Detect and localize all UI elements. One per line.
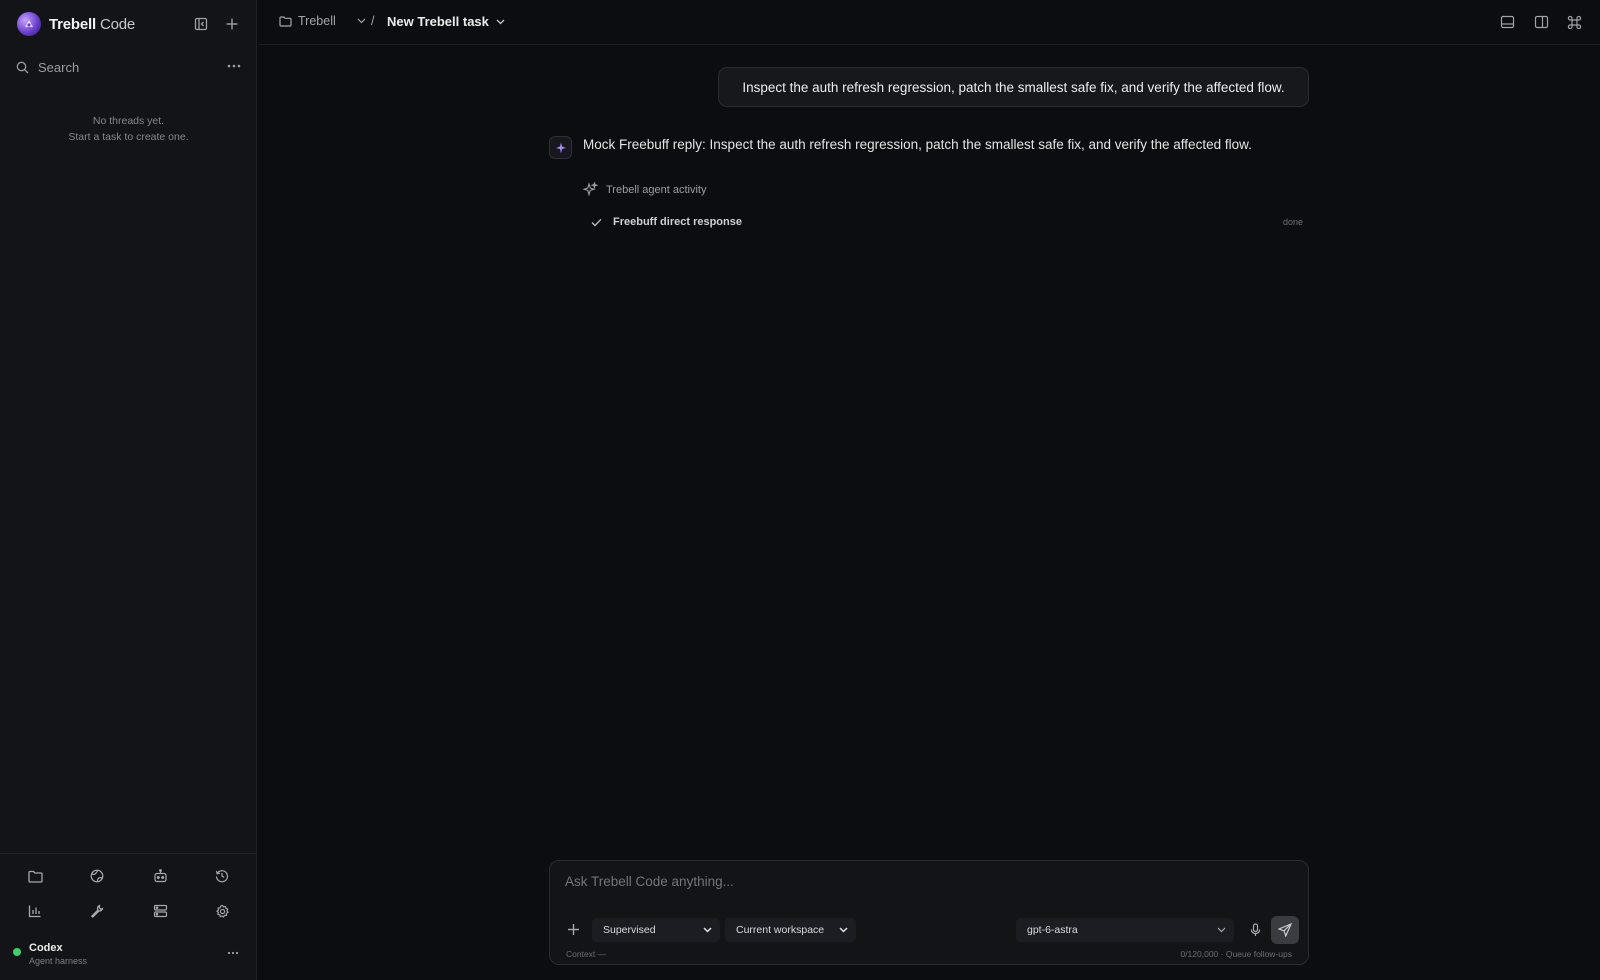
bottom-panel-icon[interactable] [1497, 12, 1517, 32]
top-bar: Trebell / New Trebell task [258, 0, 1600, 45]
bot-icon[interactable] [148, 864, 172, 888]
folder-icon [279, 15, 292, 27]
new-thread-icon[interactable] [221, 13, 243, 35]
send-icon [1278, 923, 1292, 937]
workspace-select[interactable]: Current workspace [725, 918, 856, 942]
status-dot [13, 948, 21, 956]
context-label: Context — [566, 949, 607, 959]
chart-icon[interactable] [23, 899, 47, 923]
sidebar-divider [0, 853, 257, 854]
side-panel-icon[interactable] [1531, 12, 1551, 32]
mode-select[interactable]: Supervised [592, 918, 720, 942]
activity-item: Freebuff direct response done [591, 213, 1303, 231]
server-icon[interactable] [148, 899, 172, 923]
toggle-sidebar-icon[interactable] [190, 13, 212, 35]
search-input[interactable]: Search [38, 60, 79, 75]
empty-threads-hint: Start a task to create one. [68, 131, 189, 143]
wrench-icon[interactable] [85, 899, 109, 923]
activity-title: Trebell agent activity [606, 183, 707, 196]
activity-item-status: done [1282, 217, 1303, 227]
chevron-down-icon [703, 927, 712, 933]
chevron-down-icon [357, 18, 366, 24]
check-icon [591, 218, 602, 227]
attach-icon[interactable] [562, 918, 584, 940]
usage-label: 0/120,000 · Queue follow-ups [1180, 949, 1292, 959]
account-subtitle: Agent harness [29, 956, 88, 966]
agent-reply: Mock Freebuff reply: Inspect the auth re… [583, 137, 1252, 152]
account-more-icon[interactable] [222, 942, 244, 964]
more-options-icon[interactable] [223, 55, 245, 77]
brand-name: Trebell [49, 15, 96, 33]
globe-icon[interactable] [85, 864, 109, 888]
chevron-down-icon [839, 927, 848, 933]
prompt-input[interactable] [565, 874, 1285, 889]
folder-icon[interactable] [23, 864, 47, 888]
send-button[interactable] [1271, 916, 1299, 944]
sparkles-icon [583, 182, 598, 197]
project-name: Trebell [298, 14, 336, 28]
gear-icon[interactable] [210, 899, 234, 923]
task-title-selector[interactable]: New Trebell task [387, 14, 505, 29]
empty-threads-title: No threads yet. [92, 115, 165, 127]
activity-header[interactable]: Trebell agent activity [583, 182, 706, 197]
project-selector[interactable]: Trebell [279, 14, 366, 28]
command-icon[interactable] [1564, 12, 1584, 32]
microphone-icon[interactable] [1244, 919, 1266, 941]
agent-avatar [549, 136, 572, 159]
sparkle-icon [555, 142, 567, 154]
workspace-select-value: Current workspace [736, 924, 825, 936]
model-select-value: gpt-6-astra [1027, 924, 1078, 936]
brand[interactable]: Trebell Code [17, 12, 135, 36]
page-title: New Trebell task [387, 14, 489, 29]
brand-suffix: Code [99, 15, 136, 33]
chevron-down-icon [496, 19, 505, 25]
trebell-logo-icon [17, 12, 41, 36]
chevron-down-icon [1217, 927, 1226, 933]
user-message: Inspect the auth refresh regression, pat… [718, 67, 1309, 107]
account-name: Codex [29, 942, 63, 954]
search-icon [16, 61, 29, 74]
search-row[interactable]: Search [16, 56, 244, 78]
sidebar: Trebell Code Search No threads yet. Star… [0, 0, 257, 980]
activity-item-label: Freebuff direct response [613, 216, 742, 228]
history-icon[interactable] [210, 864, 234, 888]
mode-select-value: Supervised [603, 924, 656, 936]
breadcrumb-separator: / [371, 14, 375, 28]
composer: Supervised Current workspace gpt-6-astra… [549, 860, 1309, 965]
model-select[interactable]: gpt-6-astra [1016, 918, 1234, 942]
